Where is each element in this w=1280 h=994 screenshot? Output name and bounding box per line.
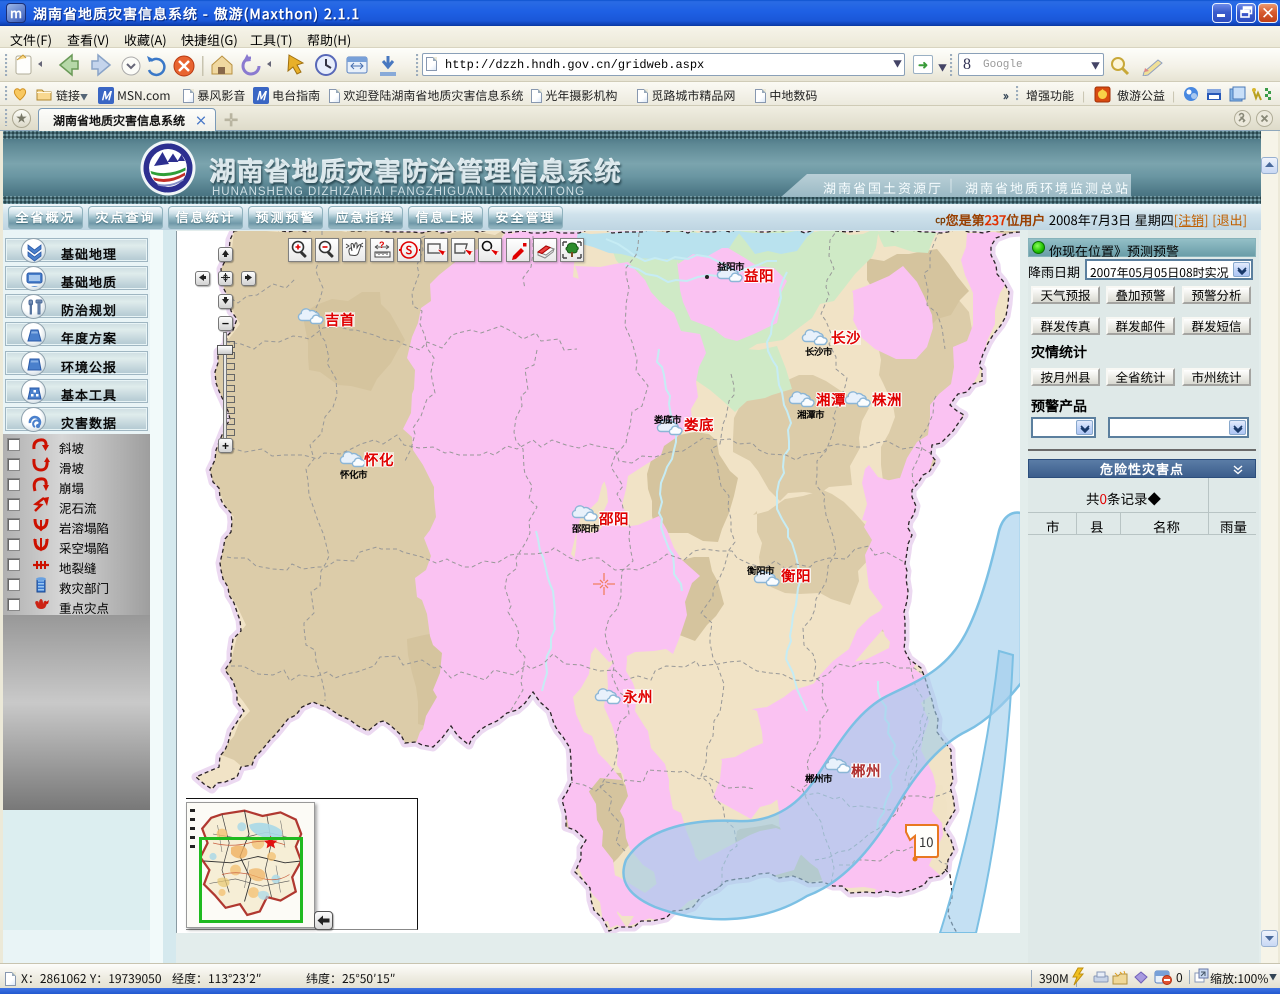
svg-text:S: S — [406, 242, 413, 258]
svg-text:?: ? — [379, 239, 385, 251]
svg-text:0: 0 — [1176, 969, 1183, 986]
